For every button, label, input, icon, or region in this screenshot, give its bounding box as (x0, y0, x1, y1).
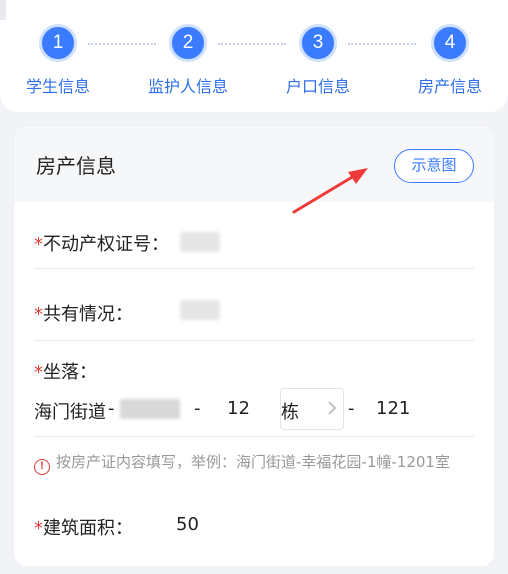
divider (34, 268, 474, 269)
chevron-right-icon (328, 401, 337, 415)
area-label: *建筑面积： (34, 514, 133, 540)
building-unit-label: 栋 (281, 402, 299, 423)
building-number[interactable]: 12 (227, 398, 250, 419)
deed-label-text: 不动产权证号： (43, 234, 169, 255)
step-number: 3 (299, 24, 337, 62)
deed-number-label: *不动产权证号： (34, 230, 169, 256)
area-value[interactable]: 50 (176, 514, 199, 535)
step-label: 户口信息 (285, 77, 350, 96)
address-separator: - (108, 398, 115, 419)
progress-stepper: 1 学生信息 2 监护人信息 3 户口信息 4 房产信息 (0, 0, 508, 112)
required-mark: * (34, 518, 43, 539)
area-label-text: 建筑面积： (43, 518, 133, 539)
ownership-value-redacted[interactable] (180, 300, 220, 320)
room-number[interactable]: 121 (376, 398, 410, 419)
required-mark: * (34, 362, 43, 383)
location-label-text: 坐落： (43, 362, 97, 383)
card-title: 房产信息 (36, 154, 116, 178)
ownership-label: *共有情况： (34, 300, 133, 326)
step-label: 监护人信息 (147, 77, 228, 96)
step-guardian-info[interactable]: 2 监护人信息 (128, 24, 248, 97)
location-label: *坐落： (34, 358, 97, 384)
address-hint: ! 按房产证内容填写，举例：海门街道-幸福花园-1幢-1201室 (34, 451, 494, 475)
address-separator: - (194, 398, 201, 419)
step-number: 2 (169, 24, 207, 62)
building-unit-select[interactable]: 栋 (280, 388, 344, 430)
property-info-card: 房产信息 示意图 *不动产权证号： *共有情况： *坐落： 海门街道 - - 1… (14, 126, 494, 566)
step-property-info[interactable]: 4 房产信息 (390, 24, 508, 97)
step-student-info[interactable]: 1 学生信息 (0, 24, 118, 97)
address-separator: - (348, 398, 355, 419)
required-mark: * (34, 234, 43, 255)
divider (34, 340, 474, 341)
hint-text: 按房产证内容填写，举例：海门街道-幸福花园-1幢-1201室 (56, 453, 450, 471)
required-mark: * (34, 304, 43, 325)
address-street[interactable]: 海门街道 (34, 398, 106, 424)
annotation-arrow-icon (292, 168, 368, 214)
step-number: 4 (431, 24, 469, 62)
card-header: 房产信息 示意图 (14, 126, 494, 202)
alert-circle-icon: ! (34, 459, 50, 475)
divider (34, 436, 474, 437)
step-household-info[interactable]: 3 户口信息 (258, 24, 378, 97)
step-label: 房产信息 (417, 77, 482, 96)
stepper-corner (0, 0, 6, 20)
step-number: 1 (39, 24, 77, 62)
step-label: 学生信息 (25, 77, 90, 96)
diagram-button[interactable]: 示意图 (394, 149, 474, 183)
community-value-redacted[interactable] (120, 399, 180, 419)
ownership-label-text: 共有情况： (43, 304, 133, 325)
deed-number-value-redacted[interactable] (180, 232, 220, 252)
